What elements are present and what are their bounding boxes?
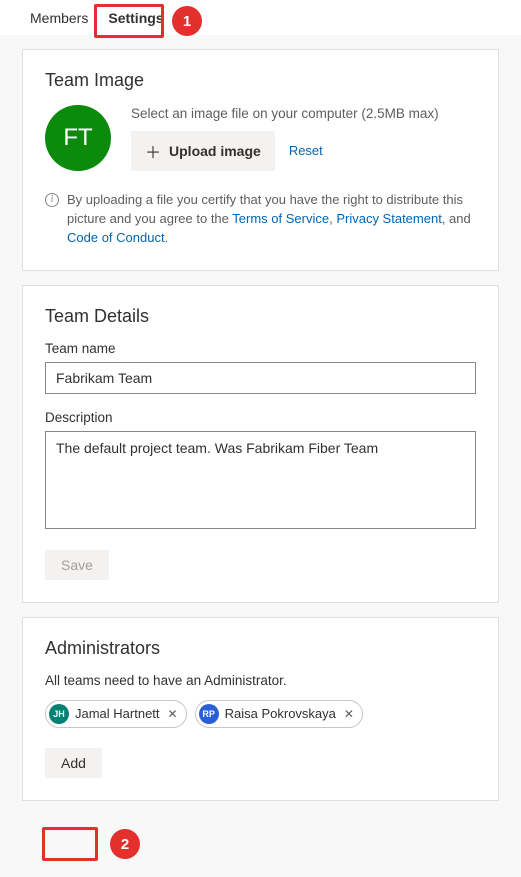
callout-circle-2: 2 — [110, 829, 140, 859]
privacy-statement-link[interactable]: Privacy Statement — [336, 211, 442, 226]
upload-row: ＋ Upload image Reset — [131, 131, 439, 171]
admin-chip: JH Jamal Hartnett ✕ — [45, 700, 187, 728]
description-textarea[interactable]: The default project team. Was Fabrikam F… — [45, 431, 476, 529]
tab-settings[interactable]: Settings — [100, 0, 171, 34]
upload-legal-text: By uploading a file you certify that you… — [67, 191, 476, 248]
plus-icon: ＋ — [145, 139, 161, 163]
team-details-title: Team Details — [45, 306, 476, 327]
remove-admin-icon[interactable]: ✕ — [166, 707, 180, 721]
team-image-right: Select an image file on your computer (2… — [131, 106, 439, 171]
administrators-card: Administrators All teams need to have an… — [22, 617, 499, 801]
upload-helper-text: Select an image file on your computer (2… — [131, 106, 439, 121]
team-details-card: Team Details Team name Description The d… — [22, 285, 499, 603]
upload-image-button[interactable]: ＋ Upload image — [131, 131, 275, 171]
terms-of-service-link[interactable]: Terms of Service — [232, 211, 329, 226]
reset-link[interactable]: Reset — [289, 143, 323, 158]
admin-chip: RP Raisa Pokrovskaya ✕ — [195, 700, 363, 728]
admin-name: Raisa Pokrovskaya — [225, 706, 336, 721]
remove-admin-icon[interactable]: ✕ — [342, 707, 356, 721]
info-icon: i — [45, 193, 59, 207]
team-name-label: Team name — [45, 341, 476, 356]
administrators-title: Administrators — [45, 638, 476, 659]
tab-members[interactable]: Members — [22, 0, 96, 34]
code-of-conduct-link[interactable]: Code of Conduct — [67, 230, 165, 245]
team-image-row: FT Select an image file on your computer… — [45, 105, 476, 171]
administrators-helper: All teams need to have an Administrator. — [45, 673, 476, 688]
team-name-input[interactable] — [45, 362, 476, 394]
save-button[interactable]: Save — [45, 550, 109, 580]
tabs-bar: Members Settings — [0, 0, 521, 35]
team-image-card: Team Image FT Select an image file on yo… — [22, 49, 499, 271]
callout-box-2 — [42, 827, 98, 861]
avatar: JH — [49, 704, 69, 724]
upload-legal-row: i By uploading a file you certify that y… — [45, 191, 476, 248]
upload-image-label: Upload image — [169, 143, 261, 159]
add-administrator-button[interactable]: Add — [45, 748, 102, 778]
team-image-title: Team Image — [45, 70, 476, 91]
team-avatar: FT — [45, 105, 111, 171]
description-label: Description — [45, 410, 476, 425]
avatar: RP — [199, 704, 219, 724]
admin-name: Jamal Hartnett — [75, 706, 160, 721]
administrator-chips: JH Jamal Hartnett ✕ RP Raisa Pokrovskaya… — [45, 700, 476, 728]
